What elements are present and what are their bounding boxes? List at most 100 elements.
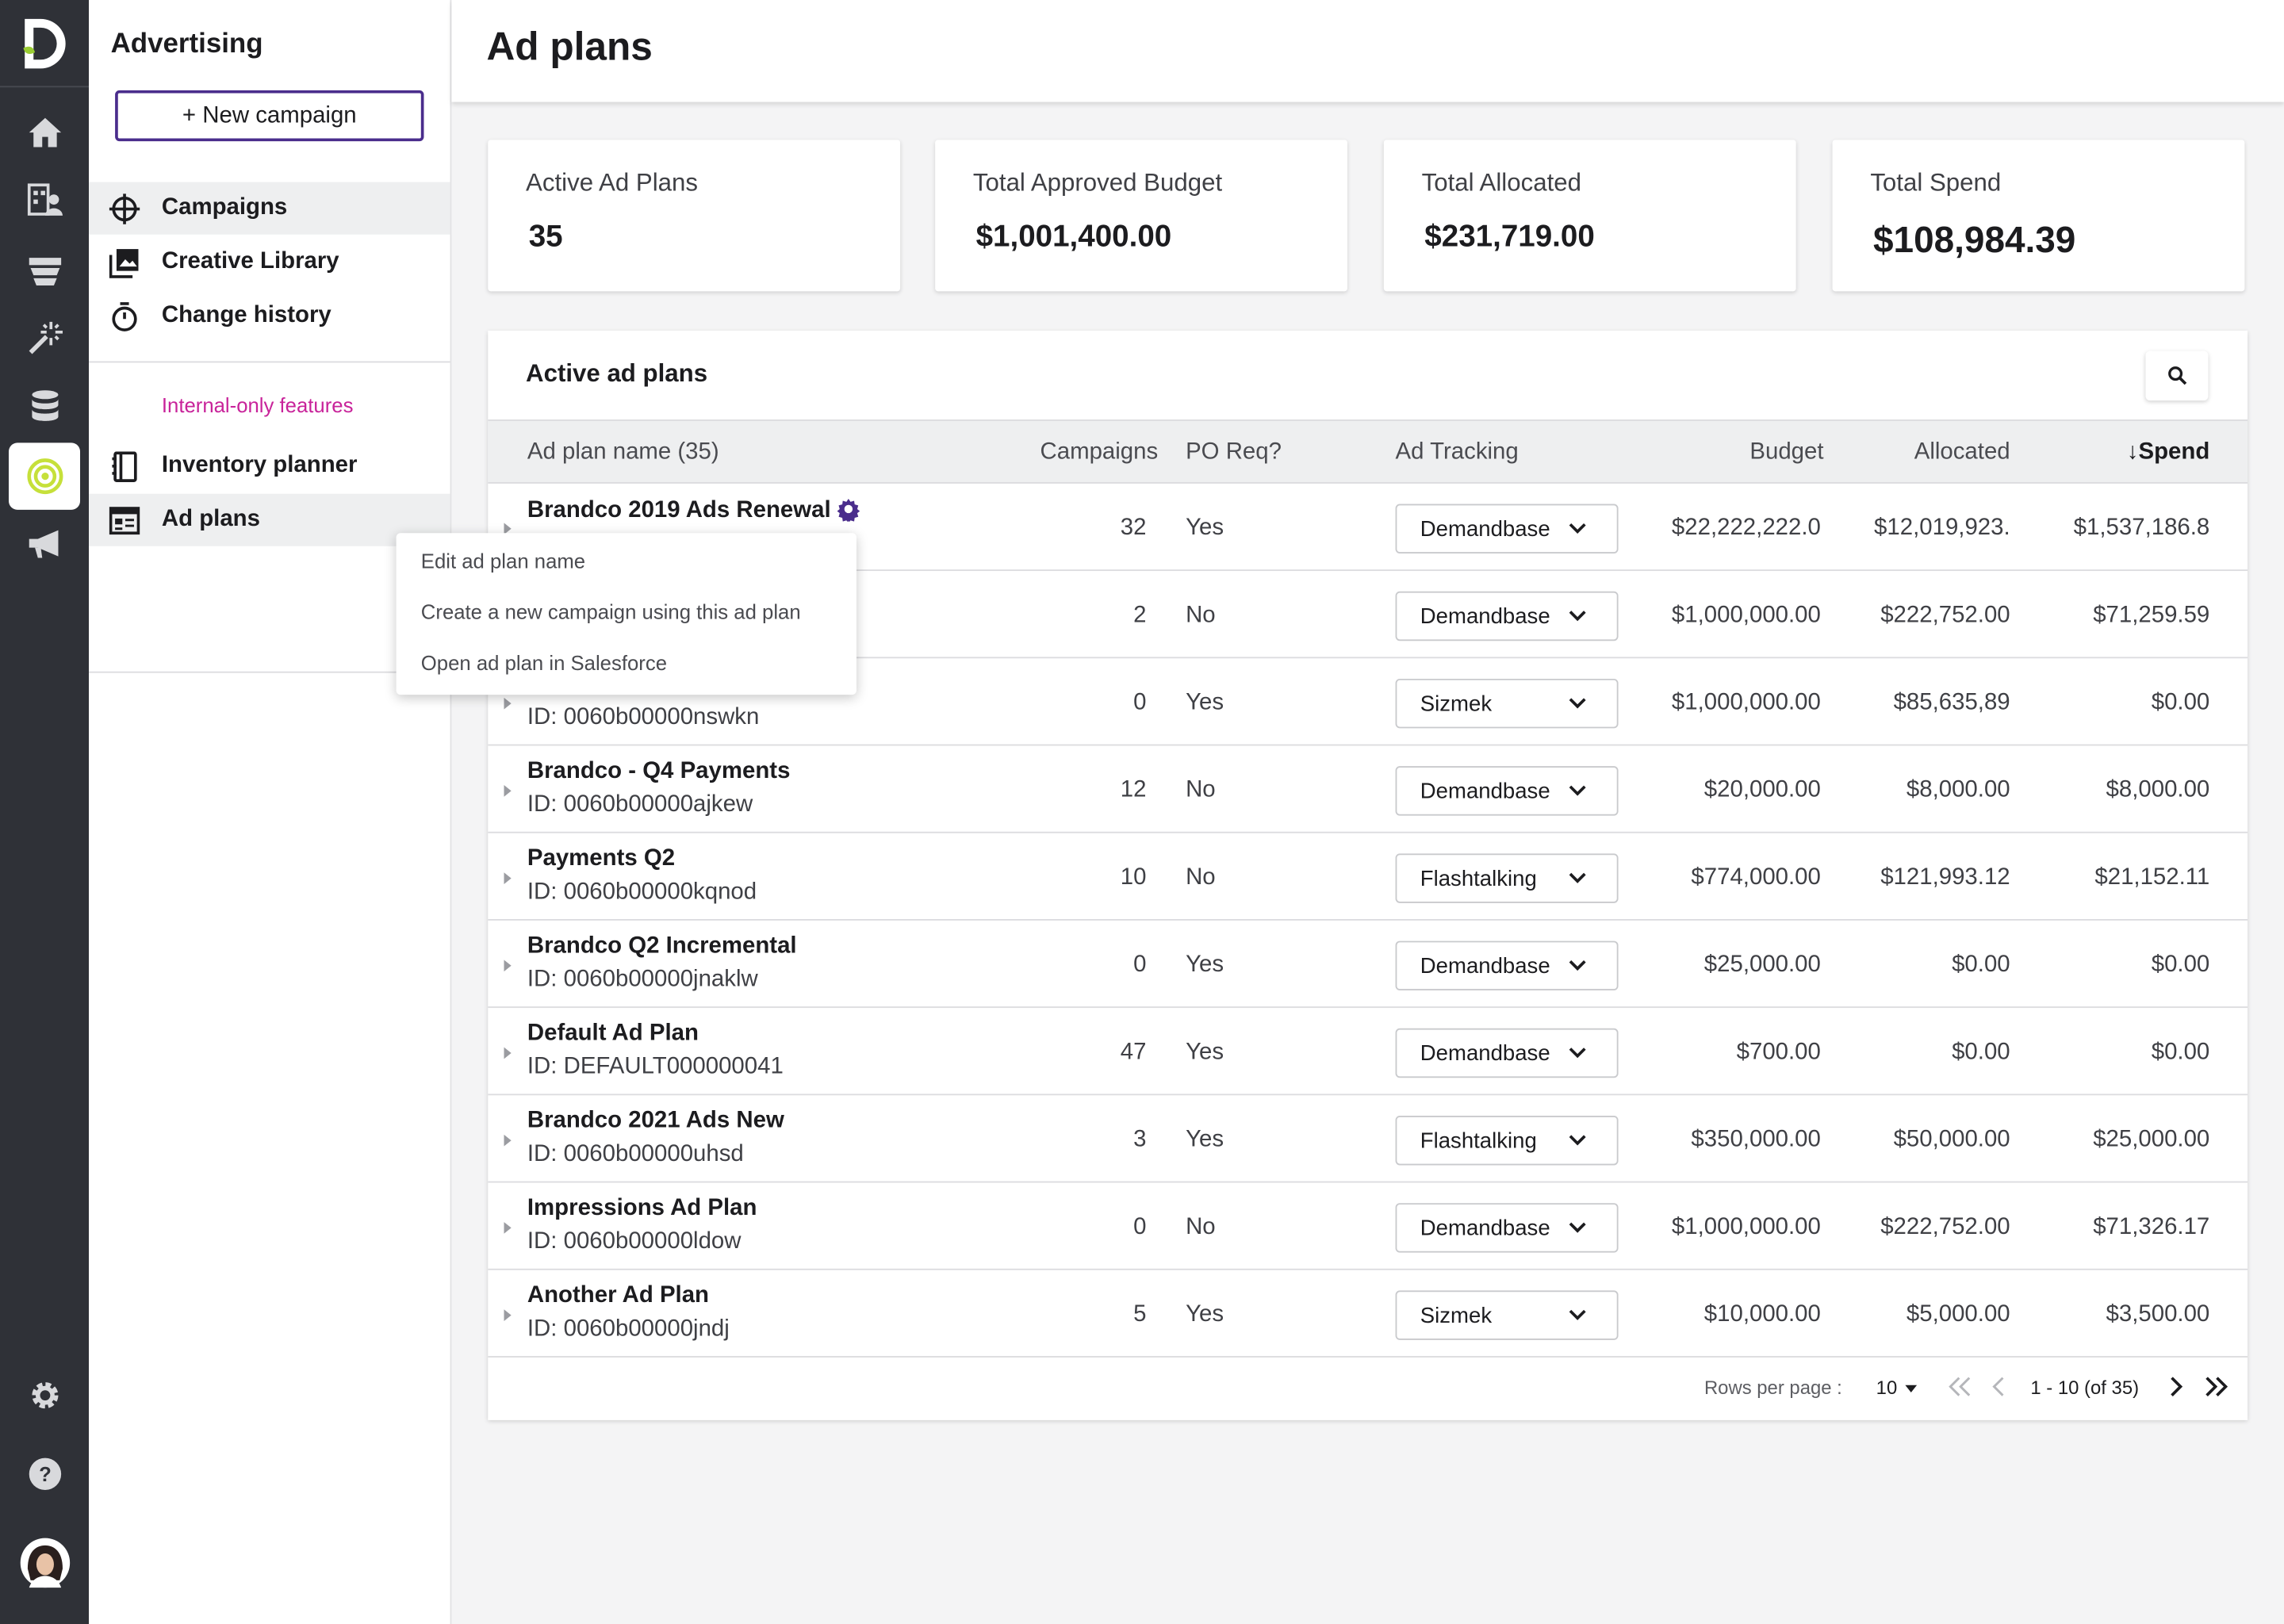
sidebar-item-change-history[interactable]: Change history — [89, 290, 450, 343]
budget-value: $1,000,000.00 — [1671, 1214, 1821, 1240]
ad-tracking-select[interactable]: Demandbase — [1395, 766, 1619, 816]
menu-item-edit-name[interactable]: Edit ad plan name — [421, 549, 585, 572]
ad-tracking-select[interactable]: Sizmek — [1395, 1290, 1619, 1340]
spend-value: $1,537,186.8 — [2073, 515, 2210, 541]
column-header-name[interactable]: Ad plan name (35) — [527, 440, 719, 466]
image-library-icon — [109, 249, 139, 278]
last-page-icon[interactable] — [2199, 1370, 2231, 1402]
previous-page-icon[interactable] — [1984, 1370, 2016, 1402]
next-page-icon[interactable] — [2160, 1370, 2192, 1402]
po-required: No — [1186, 865, 1216, 891]
expand-row-icon[interactable] — [504, 959, 512, 972]
chevron-down-icon — [1569, 959, 1586, 971]
magic-wand-icon[interactable] — [9, 304, 80, 371]
ad-plan-name: Brandco 2021 Ads New — [527, 1109, 784, 1135]
menu-item-open-salesforce[interactable]: Open ad plan in Salesforce — [421, 651, 667, 674]
ad-plan-id: ID: 0060b00000jnaklw — [527, 967, 758, 992]
avatar[interactable] — [9, 1530, 80, 1596]
column-header-budget[interactable]: Budget — [1749, 440, 1823, 466]
ad-tracking-value: Sizmek — [1420, 1303, 1493, 1329]
table-row[interactable]: Impressions Ad Plan ID: 0060b00000ldow 0 No… — [488, 1182, 2248, 1270]
stopwatch-icon — [112, 302, 137, 331]
expand-row-icon[interactable] — [504, 785, 512, 797]
menu-item-create-campaign[interactable]: Create a new campaign using this ad plan — [421, 600, 801, 623]
building-person-icon[interactable] — [9, 166, 80, 232]
ad-tracking-value: Demandbase — [1420, 604, 1550, 630]
ad-tracking-select[interactable]: Demandbase — [1395, 940, 1619, 991]
ad-tracking-select[interactable]: Demandbase — [1395, 1203, 1619, 1253]
chevron-down-icon — [1569, 523, 1586, 534]
ad-tracking-select[interactable]: Flashtalking — [1395, 853, 1619, 903]
ad-plan-id: ID: DEFAULT000000041 — [527, 1054, 784, 1080]
ad-tracking-select[interactable]: Demandbase — [1395, 1028, 1619, 1078]
column-header-po-req[interactable]: PO Req? — [1186, 440, 1282, 466]
gear-icon[interactable] — [837, 496, 861, 522]
chevron-down-icon — [1569, 1309, 1586, 1320]
expand-row-icon[interactable] — [504, 1047, 512, 1059]
sidebar-item-label: Campaigns — [161, 195, 288, 220]
ad-tracking-value: Flashtalking — [1420, 866, 1537, 892]
sidebar-item-campaigns[interactable]: Campaigns — [89, 182, 450, 235]
allocated-value: $0.00 — [1952, 1040, 2010, 1065]
po-required: Yes — [1186, 515, 1224, 541]
ad-plan-id: ID: 0060b00000kqnod — [527, 879, 757, 905]
sidebar-item-label: Creative Library — [161, 249, 339, 274]
ad-tracking-select[interactable]: Demandbase — [1395, 504, 1619, 553]
table-row[interactable]: Brandco - Q4 Payments ID: 0060b00000ajkew… — [488, 745, 2248, 833]
budget-value: $1,000,000.00 — [1671, 603, 1821, 628]
allocated-value: $85,635,89 — [1893, 690, 2010, 715]
ad-tracking-value: Demandbase — [1420, 779, 1550, 804]
sidebar-item-creative-library[interactable]: Creative Library — [89, 236, 450, 289]
column-header-ad-tracking[interactable]: Ad Tracking — [1396, 440, 1519, 466]
expand-row-icon[interactable] — [504, 1222, 512, 1234]
expand-row-icon[interactable] — [504, 697, 512, 710]
gear-icon[interactable] — [9, 1362, 80, 1428]
column-header-allocated[interactable]: Allocated — [1914, 440, 2010, 466]
table-row[interactable]: Brandco 2021 Ads New ID: 0060b00000uhsd 3 Y… — [488, 1095, 2248, 1183]
ad-plan-id: ID: 0060b00000uhsd — [527, 1142, 744, 1167]
megaphone-icon[interactable] — [9, 510, 80, 576]
column-header-campaigns[interactable]: Campaigns — [1040, 440, 1159, 466]
caret-down-icon[interactable] — [1905, 1385, 1918, 1392]
budget-value: $10,000.00 — [1703, 1302, 1821, 1327]
chevron-down-icon — [1569, 611, 1586, 622]
expand-row-icon[interactable] — [504, 1134, 512, 1147]
help-icon[interactable]: ? — [9, 1441, 80, 1507]
brand-logo[interactable] — [0, 0, 90, 88]
chevron-down-icon — [1569, 1135, 1586, 1146]
table-row[interactable]: Brandco Q2 Incremental ID: 0060b00000jnak… — [488, 921, 2248, 1009]
spend-value: $0.00 — [2151, 1040, 2210, 1065]
stat-card-total-allocated: Total Allocated $231,719.00 — [1383, 140, 1796, 292]
first-page-icon[interactable] — [1945, 1370, 1976, 1402]
page-title: Ad plans — [486, 25, 653, 69]
table-row[interactable]: Another Ad Plan ID: 0060b00000jndj 5 Yes Siz… — [488, 1270, 2248, 1358]
column-header-spend-sorted[interactable]: ↓Spend — [2127, 440, 2209, 466]
rows-per-page-select[interactable]: 10 — [1876, 1377, 1898, 1399]
new-campaign-button[interactable]: + New campaign — [115, 90, 424, 142]
ad-plan-name: Brandco 2019 Ads Renewal — [527, 496, 861, 524]
ad-plan-id: ID: 0060b00000nswkn — [527, 705, 760, 730]
expand-row-icon[interactable] — [504, 1309, 512, 1321]
stat-label: Total Spend — [1870, 169, 2002, 197]
search-button[interactable] — [2145, 350, 2209, 401]
page-range: 1 - 10 (of 35) — [2030, 1376, 2140, 1399]
ad-plan-context-menu: Edit ad plan name Create a new campaign … — [396, 533, 856, 695]
ad-tracking-select[interactable]: Demandbase — [1395, 591, 1619, 642]
sidebar-item-inventory-planner[interactable]: Inventory planner — [89, 440, 450, 492]
database-icon[interactable] — [9, 373, 80, 439]
table-row[interactable]: Default Ad Plan ID: DEFAULT000000041 47 Yes… — [488, 1008, 2248, 1096]
spend-value: $71,259.59 — [2093, 603, 2210, 628]
target-icon[interactable] — [9, 442, 81, 510]
ad-plan-name: Brandco - Q4 Payments — [527, 759, 791, 785]
home-icon[interactable] — [9, 99, 80, 166]
ad-tracking-select[interactable]: Sizmek — [1395, 678, 1619, 729]
layers-icon[interactable] — [9, 237, 80, 304]
campaigns-count: 0 — [1133, 952, 1147, 978]
po-required: Yes — [1186, 1127, 1224, 1152]
expand-row-icon[interactable] — [504, 872, 512, 884]
ad-tracking-select[interactable]: Flashtalking — [1395, 1115, 1619, 1166]
table-header: Ad plan name (35) Campaigns PO Req? Ad T… — [488, 419, 2248, 484]
stat-card-total-approved-budget: Total Approved Budget $1,001,400.00 — [935, 140, 1347, 292]
budget-value: $22,222,222.0 — [1671, 515, 1821, 541]
table-row[interactable]: Payments Q2 ID: 0060b00000kqnod 10 No Flasht… — [488, 833, 2248, 921]
